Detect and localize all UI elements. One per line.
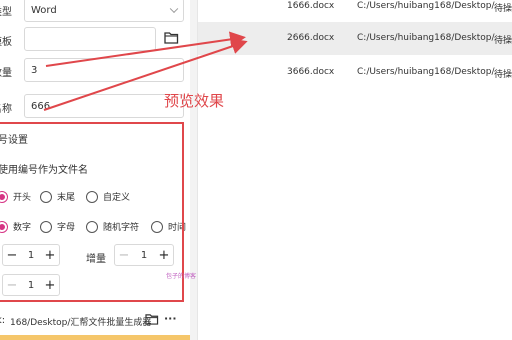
file-status: 待操作 [494, 70, 512, 80]
table-row[interactable]: 1666.docx C:/Users/huibang168/Desktop/ 待… [198, 0, 512, 23]
start-button[interactable] [0, 335, 190, 340]
count-value: 3 [31, 64, 38, 76]
output-path-value: 168/Desktop/汇帮文件批量生成器 [10, 318, 152, 328]
name-input[interactable]: 666 [24, 94, 184, 118]
name-label: 名称 [0, 104, 12, 115]
file-name: 1666.docx [287, 1, 335, 11]
file-list: 1666.docx C:/Users/huibang168/Desktop/ 待… [197, 0, 512, 340]
file-path: C:/Users/huibang168/Desktop/ [357, 67, 495, 77]
more-icon[interactable]: ··· [164, 312, 177, 325]
type-select[interactable]: Word [24, 0, 184, 22]
template-input[interactable] [24, 27, 156, 51]
file-status: 待操作 [494, 4, 512, 14]
name-value: 666 [31, 100, 51, 112]
chevron-down-icon [169, 4, 179, 14]
count-input[interactable]: 3 [24, 58, 184, 82]
template-label: 模板 [0, 37, 12, 48]
file-name: 2666.docx [287, 33, 335, 43]
output-path-label: k: [0, 315, 6, 326]
type-label: 类型 [0, 7, 12, 18]
file-path: C:/Users/huibang168/Desktop/ [357, 1, 495, 11]
file-status: 待操作 [494, 36, 512, 46]
table-row[interactable]: 3666.docx C:/Users/huibang168/Desktop/ 待… [198, 56, 512, 89]
preview-annotation: 预览效果 [164, 92, 225, 110]
watermark: 包子的博客 [166, 273, 197, 280]
settings-panel: 类型 Word 模板 数量 3 名称 666 号设置 使用编号作为文件名 开头 … [0, 0, 190, 340]
count-label: 数量 [0, 68, 12, 79]
type-value: Word [31, 4, 57, 16]
splitter[interactable] [190, 0, 197, 340]
numbering-highlight-box [0, 122, 184, 302]
folder-icon[interactable] [145, 313, 159, 325]
table-row[interactable]: 2666.docx C:/Users/huibang168/Desktop/ 待… [198, 22, 512, 55]
folder-icon[interactable] [164, 31, 179, 44]
file-path: C:/Users/huibang168/Desktop/ [357, 33, 495, 43]
file-name: 3666.docx [287, 67, 335, 77]
